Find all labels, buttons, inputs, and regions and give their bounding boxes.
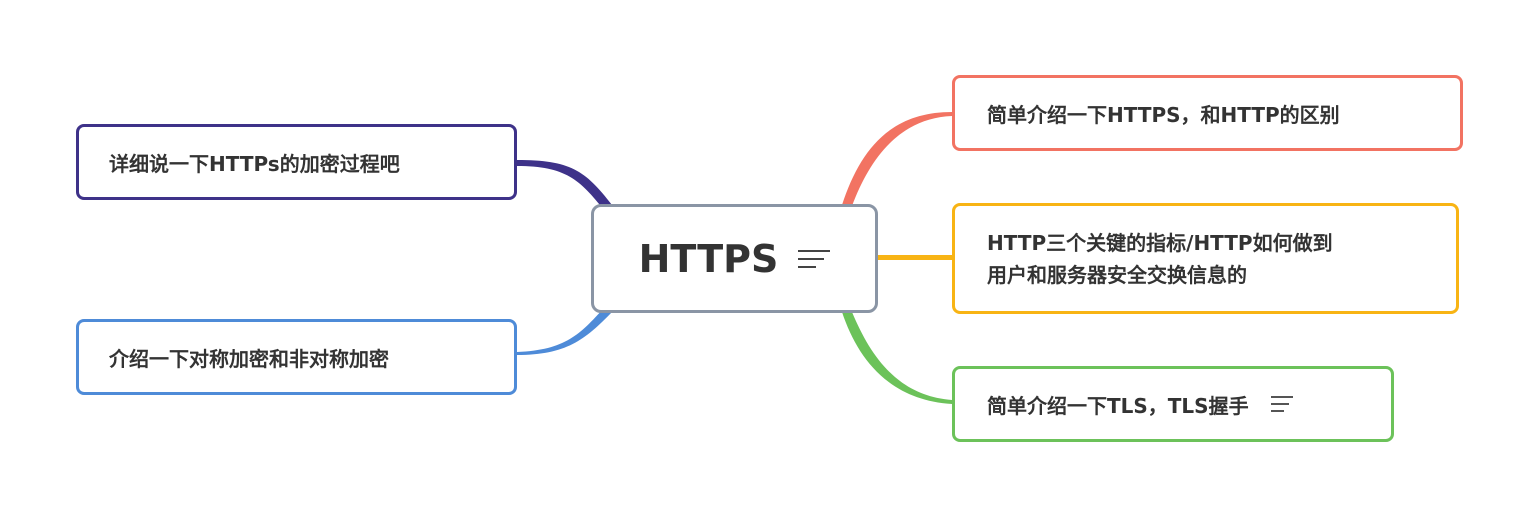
topic-node-https-encryption-process[interactable]: 详细说一下HTTPs的加密过程吧 <box>76 124 517 200</box>
notes-icon[interactable] <box>1270 391 1293 417</box>
connector-left-1 <box>517 160 612 210</box>
connector-right-1 <box>842 112 952 206</box>
notes-icon[interactable] <box>798 244 831 274</box>
central-topic-label: HTTPS <box>638 236 779 281</box>
topic-label: 简单介绍一下TLS，TLS握手 <box>987 393 1249 418</box>
topic-label: 介绍一下对称加密和非对称加密 <box>109 346 389 371</box>
connector-right-3 <box>842 312 952 404</box>
topic-node-https-vs-http[interactable]: 简单介绍一下HTTPS，和HTTP的区别 <box>952 75 1463 151</box>
topic-label-line-1: HTTP三个关键的指标/HTTP如何做到 <box>987 230 1333 255</box>
central-topic-node[interactable]: HTTPS <box>591 204 878 313</box>
topic-label: HTTP三个关键的指标/HTTP如何做到 用户和服务器安全交换信息的 <box>987 227 1333 291</box>
topic-node-symmetric-asymmetric[interactable]: 介绍一下对称加密和非对称加密 <box>76 319 517 395</box>
topic-label: 简单介绍一下HTTPS，和HTTP的区别 <box>987 102 1340 127</box>
topic-node-http-key-metrics[interactable]: HTTP三个关键的指标/HTTP如何做到 用户和服务器安全交换信息的 <box>952 203 1459 314</box>
topic-label-line-2: 用户和服务器安全交换信息的 <box>987 262 1247 287</box>
connector-left-2 <box>517 308 612 355</box>
mind-map-canvas: HTTPS 详细说一下HTTPs的加密过程吧 介绍一下对称加密和非对称加密 简单… <box>0 0 1537 516</box>
topic-node-tls-handshake[interactable]: 简单介绍一下TLS，TLS握手 <box>952 366 1394 442</box>
topic-label: 详细说一下HTTPs的加密过程吧 <box>109 151 400 176</box>
connector-right-2 <box>878 255 952 260</box>
